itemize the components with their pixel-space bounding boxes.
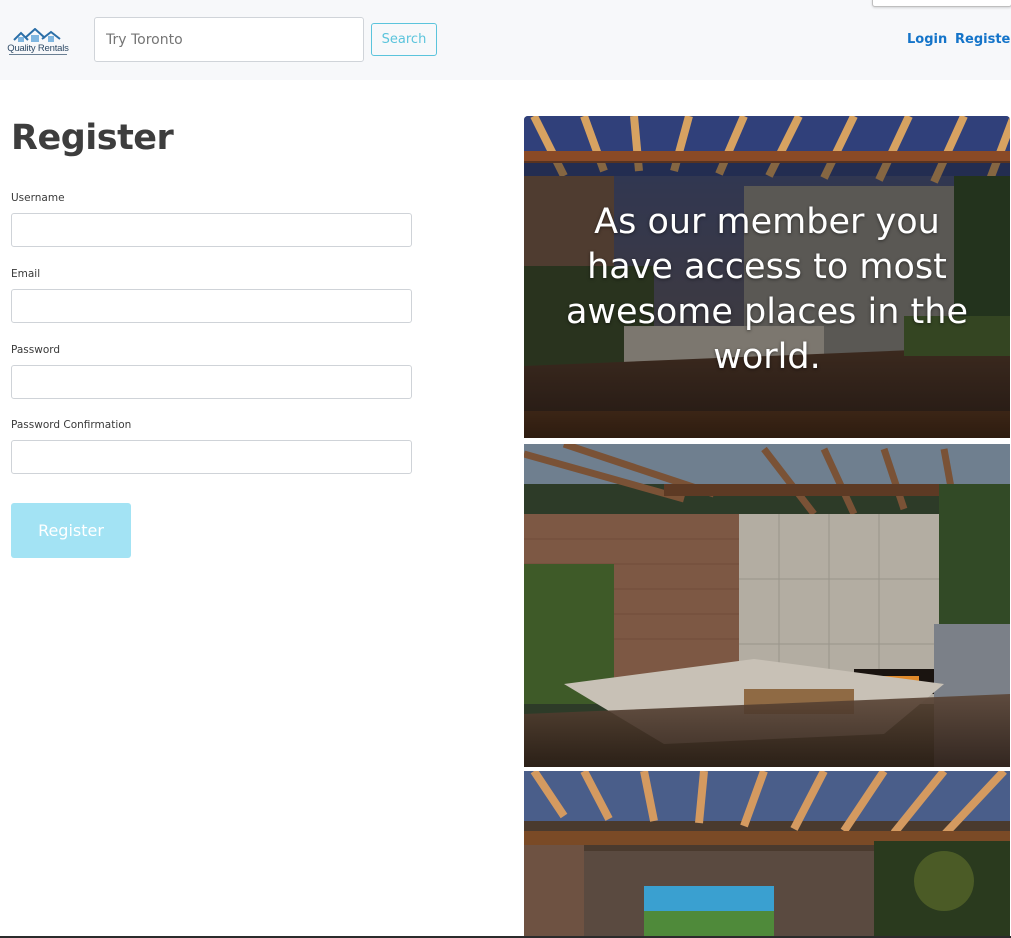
email-field[interactable]: [11, 289, 412, 323]
hero-caption: As our member you have access to most aw…: [565, 202, 968, 377]
gallery-image-pergola: [524, 771, 1010, 938]
brand-underline: [9, 54, 67, 55]
register-link[interactable]: Register: [955, 32, 1011, 47]
search-button[interactable]: Search: [371, 23, 437, 56]
username-label: Username: [11, 192, 65, 204]
gallery-image-lounge: [524, 444, 1010, 767]
register-submit-button[interactable]: Register: [11, 503, 131, 558]
password-confirmation-label: Password Confirmation: [11, 419, 132, 431]
login-link[interactable]: Login: [907, 32, 947, 47]
house-roofs-icon: [13, 28, 61, 42]
brand-logo[interactable]: Quality Rentals: [7, 28, 69, 58]
dropdown-edge: [872, 0, 1011, 7]
username-field[interactable]: [11, 213, 412, 247]
hero-image: As our member you have access to most aw…: [524, 116, 1010, 438]
page-title: Register: [11, 118, 174, 158]
password-confirmation-field[interactable]: [11, 440, 412, 474]
search-input[interactable]: [94, 17, 364, 62]
password-label: Password: [11, 344, 61, 356]
password-field[interactable]: [11, 365, 412, 399]
email-label: Email: [11, 268, 41, 280]
brand-name: Quality Rentals: [7, 43, 69, 54]
navbar: Quality Rentals Search Login Register: [0, 0, 1011, 80]
